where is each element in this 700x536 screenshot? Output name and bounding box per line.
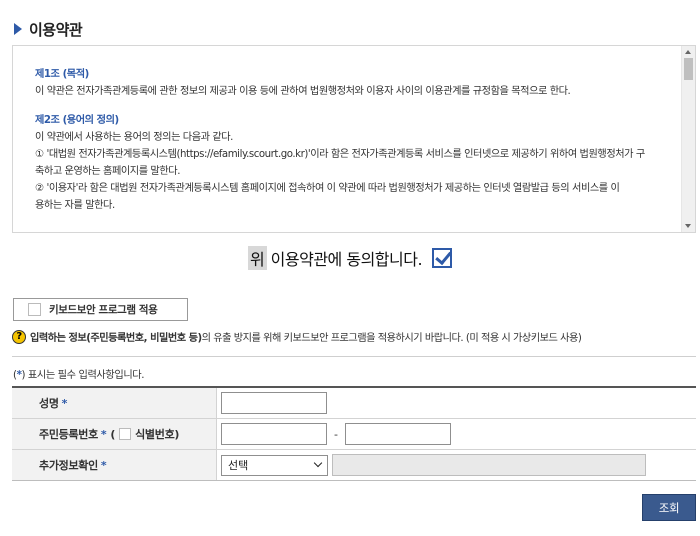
chevron-down-icon xyxy=(313,458,323,468)
article-2-item-2-line-2: 용하는 자를 말한다. xyxy=(35,200,115,211)
terms-content: 제1조 (목적) 이 약관은 전자가족관계등록에 관한 정보의 제공과 이용 등… xyxy=(35,66,675,214)
article-2-item-1-line-1: ① '대법원 전자가족관계등록시스템(https://efamily.scour… xyxy=(35,149,645,160)
form-row-extra: 추가정보확인 * 선택 xyxy=(12,450,696,481)
required-mark: * xyxy=(100,458,107,472)
name-field-cell xyxy=(217,388,696,418)
scroll-down-arrow-icon[interactable] xyxy=(685,224,691,228)
rrn-label-text: 주민등록번호 xyxy=(39,428,98,441)
scrollbar-thumb[interactable] xyxy=(684,58,693,80)
keyboard-security-label: 키보드보안 프로그램 적용 xyxy=(49,304,158,316)
question-icon: ? xyxy=(12,329,26,344)
notice-bold-text: 입력하는 정보(주민등록번호, 비밀번호 등) xyxy=(30,333,202,344)
triangle-bullet-icon xyxy=(14,23,22,35)
extra-info-input xyxy=(332,454,646,476)
keyboard-security-button[interactable]: 키보드보안 프로그램 적용 xyxy=(13,298,188,321)
required-note: (*) 표시는 필수 입력사항입니다. xyxy=(13,366,145,381)
form-row-rrn: 주민등록번호 * ( 식별번호) - xyxy=(12,419,696,450)
rrn-field-cell: - xyxy=(217,419,696,449)
name-input[interactable] xyxy=(221,392,327,414)
agree-checkbox[interactable] xyxy=(432,248,453,268)
required-mark: * xyxy=(61,396,68,410)
extra-field-cell: 선택 xyxy=(217,450,696,480)
extra-info-select[interactable]: 선택 xyxy=(221,454,328,476)
article-2-intro: 이 약관에서 사용하는 용어의 정의는 다음과 같다. xyxy=(35,132,233,143)
keyboard-security-checkbox[interactable] xyxy=(28,303,41,316)
article-2-item-1-line-2: 축하고 운영하는 홈페이지를 말한다. xyxy=(35,166,180,177)
name-label-text: 성명 xyxy=(39,397,59,410)
select-value: 선택 xyxy=(228,459,249,472)
section-title: 이용약관 xyxy=(14,18,83,40)
rrn-back-input[interactable] xyxy=(344,423,451,445)
article-1-body: 이 약관은 전자가족관계등록에 관한 정보의 제공과 이용 등에 관하여 법원행… xyxy=(35,86,571,97)
extra-label-text: 추가정보확인 xyxy=(39,459,98,472)
rrn-front-input[interactable] xyxy=(221,423,327,445)
name-label: 성명 * xyxy=(12,388,217,418)
agree-text: 이용약관에 동의합니다. xyxy=(270,250,423,269)
article-1-title: 제1조 (목적) xyxy=(35,69,89,80)
extra-label: 추가정보확인 * xyxy=(12,450,217,480)
agree-highlight: 위 xyxy=(247,246,267,270)
agree-row: 위 이용약관에 동의합니다. xyxy=(0,246,700,270)
terms-box[interactable]: 제1조 (목적) 이 약관은 전자가족관계등록에 관한 정보의 제공과 이용 등… xyxy=(12,45,696,233)
id-number-label: 식별번호) xyxy=(135,428,180,441)
input-form-table: 성명 * 주민등록번호 * ( 식별번호) - 추가정보확인 * 선택 xyxy=(12,386,696,481)
rrn-dash: - xyxy=(334,427,338,441)
id-number-checkbox[interactable] xyxy=(119,428,132,440)
rrn-label: 주민등록번호 * ( 식별번호) xyxy=(12,419,217,449)
required-mark: * xyxy=(100,427,107,441)
form-row-name: 성명 * xyxy=(12,388,696,419)
security-notice: ? 입력하는 정보(주민등록번호, 비밀번호 등) 의 유출 방지를 위해 키보… xyxy=(12,329,582,344)
article-2-item-2-line-1: ② '이용자'라 함은 대법원 전자가족관계등록시스템 홈페이지에 접속하여 이… xyxy=(35,183,620,194)
required-note-text: ) 표시는 필수 입력사항입니다. xyxy=(21,370,145,381)
section-title-text: 이용약관 xyxy=(29,20,83,39)
rrn-open-paren: ( xyxy=(110,427,116,441)
notice-text: 의 유출 방지를 위해 키보드보안 프로그램을 적용하시기 바랍니다. (미 적… xyxy=(201,333,582,344)
terms-scrollbar[interactable] xyxy=(681,46,695,232)
article-2-title: 제2조 (용어의 정의) xyxy=(35,115,119,126)
divider xyxy=(12,356,696,357)
search-button[interactable]: 조회 xyxy=(642,494,696,521)
scroll-up-arrow-icon[interactable] xyxy=(685,50,691,54)
